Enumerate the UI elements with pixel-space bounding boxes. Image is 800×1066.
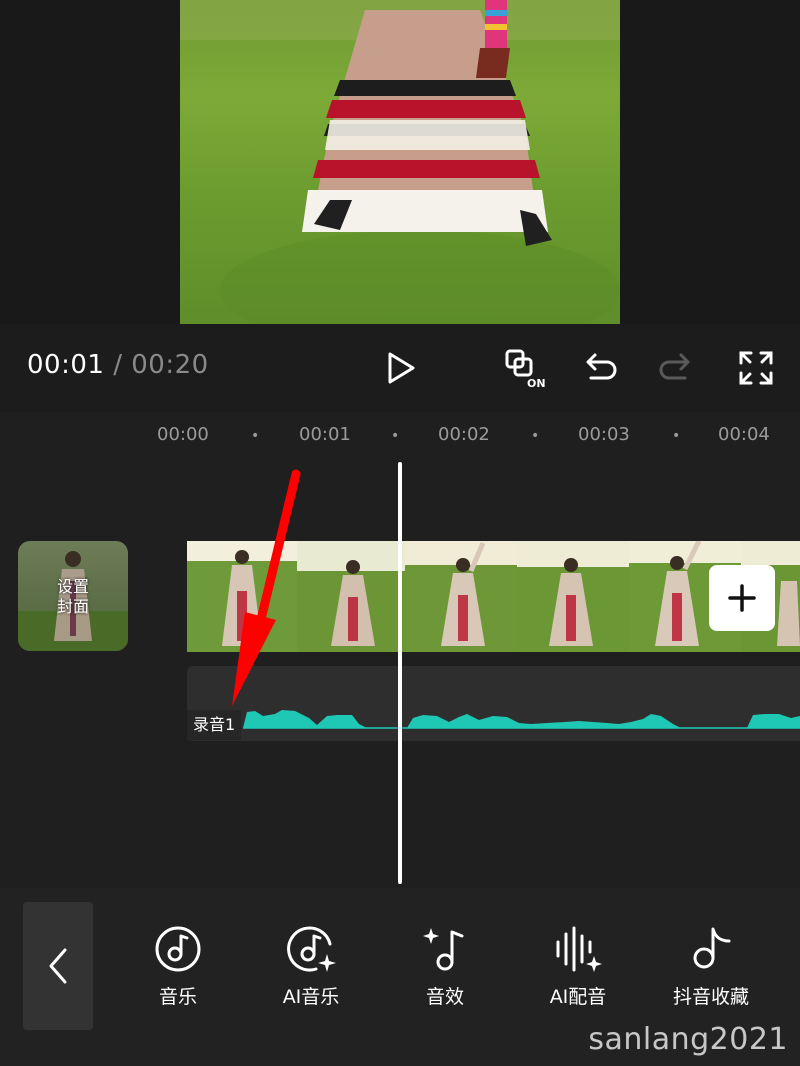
toolbar-sound-effect-button[interactable]: 音效 [385,924,505,1009]
ai-voiceover-icon [556,926,602,972]
watermark: sanlang2021 [588,1022,788,1057]
ruler-tick: 00:03 [578,424,630,445]
video-thumbnail [405,541,517,652]
plus-icon [728,584,756,612]
video-thumbnail [187,541,297,652]
ruler-tick: 00:02 [438,424,490,445]
audio-waveform [243,710,800,729]
ai-music-icon [287,926,336,972]
toolbar-douyin-favorites-label: 抖音收藏 [672,986,749,1008]
chevron-left-icon [49,948,67,984]
music-disc-icon [155,926,201,972]
video-frame-image [180,0,620,324]
ruler-dot: • [251,428,260,444]
time-ruler[interactable]: 00:00 • 00:01 • 00:02 • 00:03 • 00:04 [0,412,800,462]
cover-label-line2: 封面 [56,597,89,616]
toolbar-ai-voiceover-button[interactable]: AI配音 [518,924,638,1009]
ruler-dot: • [391,428,400,444]
total-time: 00:20 [131,350,209,380]
toolbar-douyin-favorites-button[interactable]: 抖音收藏 [651,924,771,1009]
toolbar-music-button[interactable]: 音乐 [118,924,238,1009]
undo-button[interactable] [573,342,625,394]
toolbar-music-label: 音乐 [158,986,197,1008]
ruler-dot: • [531,428,540,444]
sync-badge: ON [527,377,546,390]
fullscreen-button[interactable] [730,342,782,394]
redo-icon [659,353,690,380]
audio-track-recording[interactable]: 录音1 [187,666,800,741]
redo-button[interactable] [651,342,703,394]
toolbar-ai-music-label: AI音乐 [282,986,340,1008]
back-button[interactable] [23,902,93,1030]
fullscreen-icon [739,351,773,385]
undo-icon [586,353,617,380]
toolbar-ai-music-button[interactable]: AI音乐 [251,924,371,1009]
sync-on-icon: ON [505,349,546,390]
ruler-tick: 00:01 [299,424,351,445]
cover-label-line1: 设置 [56,577,89,596]
douyin-favorites-icon [693,927,731,969]
play-icon [388,352,415,384]
toolbar-ai-voiceover-label: AI配音 [549,986,607,1008]
cover-label: 设置 封面 [18,577,128,617]
toolbar-sound-effect-label: 音效 [425,986,464,1008]
video-thumbnail [517,541,629,652]
video-preview-area [0,0,800,324]
ruler-tick: 00:04 [718,424,770,445]
ruler-tick: 00:00 [157,424,209,445]
set-cover-button[interactable]: 设置 封面 [18,541,128,651]
sound-effect-icon [423,928,464,971]
sync-toggle-button[interactable]: ON [497,342,549,394]
video-frame[interactable] [180,0,620,324]
audio-track-label: 录音1 [187,710,242,740]
ruler-dot: • [672,428,681,444]
playhead[interactable] [398,462,402,884]
play-button[interactable] [374,342,426,394]
playback-control-bar: 00:01 / 00:20 ON [0,324,800,412]
add-clip-button[interactable] [709,565,775,631]
time-display: 00:01 / 00:20 [27,350,209,380]
video-thumbnail [297,541,405,652]
time-separator: / [104,350,132,380]
current-time: 00:01 [27,350,105,380]
